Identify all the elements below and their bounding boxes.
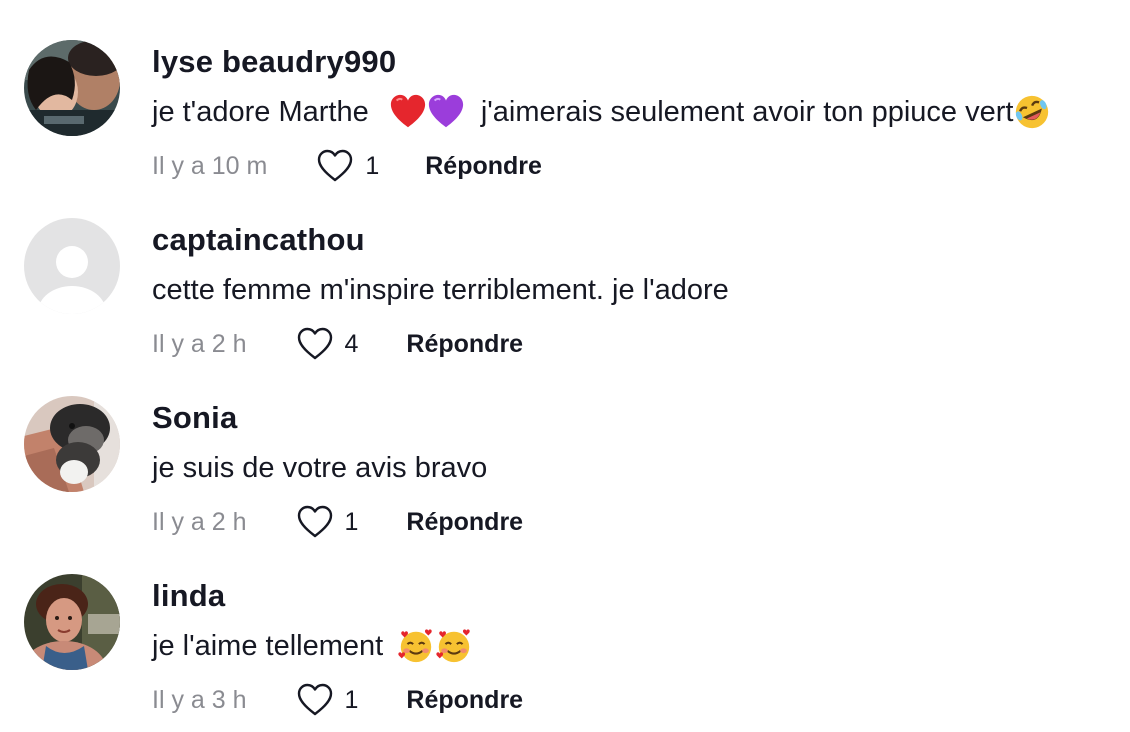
heart-icon xyxy=(297,683,332,716)
comment-text-part: cette femme m'inspire terriblement. je l… xyxy=(152,274,729,306)
avatar[interactable] xyxy=(24,574,120,670)
comment-text: je l'aime tellement xyxy=(152,624,481,668)
avatar[interactable] xyxy=(24,40,120,136)
purple-heart-icon xyxy=(427,93,465,131)
like-count: 1 xyxy=(344,507,359,536)
timestamp: Il y a 2 h xyxy=(152,507,247,536)
emoji-group xyxy=(397,627,473,665)
comment-meta: Il y a 3 h 1 Répondre xyxy=(152,680,523,720)
reply-button[interactable]: Répondre xyxy=(406,508,523,537)
like-count: 4 xyxy=(344,329,359,358)
username[interactable]: captaincathou xyxy=(152,220,365,260)
timestamp: Il y a 10 m xyxy=(152,151,268,180)
comment-item: captaincathou cette femme m'inspire terr… xyxy=(0,178,1130,360)
reply-button[interactable]: Répondre xyxy=(425,152,542,181)
avatar[interactable] xyxy=(24,396,120,492)
avatar-image xyxy=(24,574,120,670)
timestamp: Il y a 2 h xyxy=(152,329,247,358)
comment-list: lyse beaudry990 je t'adore Marthe j'aime… xyxy=(0,0,1130,732)
avatar-image xyxy=(24,396,120,492)
like-count: 1 xyxy=(365,151,380,180)
username[interactable]: Sonia xyxy=(152,398,237,438)
comment-text: cette femme m'inspire terriblement. je l… xyxy=(152,268,729,312)
avatar[interactable] xyxy=(24,218,120,314)
comment-text-part: j'aimerais seulement avoir ton ppiuce ve… xyxy=(472,96,1014,128)
like-count: 1 xyxy=(344,685,359,714)
timestamp: Il y a 3 h xyxy=(152,685,247,714)
comment-text-part: je l'aime tellement xyxy=(152,630,392,662)
comment-text-part: je suis de votre avis bravo xyxy=(152,452,488,484)
like-button[interactable]: 1 xyxy=(297,683,359,717)
rolling-on-floor-laughing-icon xyxy=(1013,93,1051,131)
avatar-image xyxy=(24,40,120,136)
smiling-face-with-hearts-icon xyxy=(397,627,435,665)
smiling-face-with-hearts-icon xyxy=(435,627,473,665)
comment-text-part: je t'adore Marthe xyxy=(152,96,377,128)
comment-item: Sonia je suis de votre avis bravo Il y a… xyxy=(0,356,1130,538)
username[interactable]: linda xyxy=(152,576,225,616)
comment-item: lyse beaudry990 je t'adore Marthe j'aime… xyxy=(0,0,1130,182)
default-avatar-icon xyxy=(24,218,120,314)
red-heart-icon xyxy=(389,93,427,131)
comment-item: linda je l'aime tellement Il y a 3 h 1 R… xyxy=(0,534,1130,716)
username[interactable]: lyse beaudry990 xyxy=(152,42,396,82)
emoji-group xyxy=(389,93,465,131)
comment-text: je suis de votre avis bravo xyxy=(152,446,487,490)
comment-text: je t'adore Marthe j'aimerais seulement a… xyxy=(152,90,1051,134)
reply-button[interactable]: Répondre xyxy=(406,686,523,715)
reply-button[interactable]: Répondre xyxy=(406,330,523,359)
